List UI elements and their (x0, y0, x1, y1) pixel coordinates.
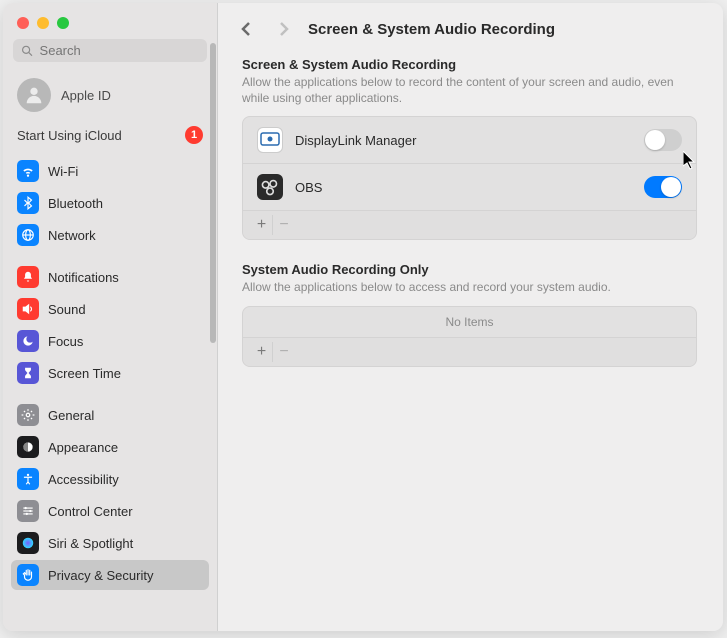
sidebar-nav: Wi-Fi Bluetooth Network Notifications Sound F… (3, 156, 217, 631)
empty-message: No Items (243, 307, 696, 337)
remove-app-button[interactable]: − (273, 215, 295, 235)
section-title: System Audio Recording Only (242, 262, 697, 277)
apple-id-label: Apple ID (61, 88, 111, 103)
icloud-badge: 1 (185, 126, 203, 144)
sliders-icon (17, 500, 39, 522)
hourglass-icon (17, 362, 39, 384)
network-icon (17, 224, 39, 246)
panel-footer: + − (243, 210, 696, 239)
panel-footer: + − (243, 337, 696, 366)
sidebar-item-label: Siri & Spotlight (48, 536, 133, 551)
app-row: OBS (243, 164, 696, 210)
sidebar-item-label: Focus (48, 334, 83, 349)
audio-recording-section: System Audio Recording Only Allow the ap… (242, 262, 697, 366)
appearance-icon (17, 436, 39, 458)
back-button[interactable] (232, 17, 260, 41)
toggle-knob (661, 177, 681, 197)
settings-window: Apple ID Start Using iCloud 1 Wi-Fi Bluet… (3, 3, 723, 631)
sidebar: Apple ID Start Using iCloud 1 Wi-Fi Bluet… (3, 3, 218, 631)
sidebar-item-network[interactable]: Network (11, 220, 209, 250)
sidebar-item-focus[interactable]: Focus (11, 326, 209, 356)
chevron-right-icon (279, 21, 289, 37)
sidebar-item-privacy-security[interactable]: Privacy & Security (11, 560, 209, 590)
forward-button[interactable] (270, 17, 298, 41)
person-icon (23, 84, 45, 106)
accessibility-icon (17, 468, 39, 490)
chevron-left-icon (241, 21, 251, 37)
search-field[interactable] (13, 39, 207, 62)
icloud-label: Start Using iCloud (17, 128, 122, 143)
sidebar-item-label: Notifications (48, 270, 119, 285)
sidebar-item-wi-fi[interactable]: Wi-Fi (11, 156, 209, 186)
header: Screen & System Audio Recording (218, 3, 723, 51)
minimize-window-button[interactable] (37, 17, 49, 29)
displaylink-app-icon (257, 127, 283, 153)
sidebar-item-notifications[interactable]: Notifications (11, 262, 209, 292)
screen-apps-panel: DisplayLink Manager OBS + − (242, 116, 697, 240)
maximize-window-button[interactable] (57, 17, 69, 29)
close-window-button[interactable] (17, 17, 29, 29)
wifi-icon (17, 160, 39, 182)
sidebar-item-general[interactable]: General (11, 400, 209, 430)
sidebar-item-label: Bluetooth (48, 196, 103, 211)
add-app-button[interactable]: + (251, 215, 273, 235)
obs-app-icon (257, 174, 283, 200)
siri-icon (17, 532, 39, 554)
section-title: Screen & System Audio Recording (242, 57, 697, 72)
hand-icon (17, 564, 39, 586)
page-title: Screen & System Audio Recording (308, 21, 555, 38)
main-area: Screen & System Audio Recording Screen &… (218, 3, 723, 631)
section-description: Allow the applications below to access a… (242, 279, 697, 295)
sidebar-item-label: Sound (48, 302, 86, 317)
search-icon (21, 44, 34, 58)
icloud-row[interactable]: Start Using iCloud 1 (3, 122, 217, 156)
sidebar-item-accessibility[interactable]: Accessibility (11, 464, 209, 494)
app-toggle[interactable] (644, 129, 682, 151)
bluetooth-icon (17, 192, 39, 214)
gear-icon (17, 404, 39, 426)
sidebar-item-label: Accessibility (48, 472, 119, 487)
scrollbar[interactable] (210, 43, 216, 343)
app-toggle[interactable] (644, 176, 682, 198)
sidebar-item-label: Control Center (48, 504, 133, 519)
add-app-button[interactable]: + (251, 342, 273, 362)
sidebar-item-screen-time[interactable]: Screen Time (11, 358, 209, 388)
sidebar-item-label: Screen Time (48, 366, 121, 381)
avatar (17, 78, 51, 112)
window-controls (3, 3, 217, 39)
bell-icon (17, 266, 39, 288)
search-input[interactable] (40, 43, 199, 58)
section-description: Allow the applications below to record t… (242, 74, 697, 106)
toggle-knob (645, 130, 665, 150)
remove-app-button[interactable]: − (273, 342, 295, 362)
sidebar-item-appearance[interactable]: Appearance (11, 432, 209, 462)
sound-icon (17, 298, 39, 320)
content: Screen & System Audio Recording Allow th… (218, 51, 723, 409)
sidebar-item-label: Privacy & Security (48, 568, 153, 583)
app-name-label: OBS (295, 180, 632, 195)
sidebar-item-label: Appearance (48, 440, 118, 455)
screen-recording-section: Screen & System Audio Recording Allow th… (242, 57, 697, 240)
sidebar-item-label: General (48, 408, 94, 423)
apple-id-row[interactable]: Apple ID (3, 72, 217, 122)
sidebar-item-control-center[interactable]: Control Center (11, 496, 209, 526)
sidebar-item-sound[interactable]: Sound (11, 294, 209, 324)
sidebar-item-label: Wi-Fi (48, 164, 78, 179)
sidebar-item-label: Network (48, 228, 96, 243)
sidebar-item-siri-spotlight[interactable]: Siri & Spotlight (11, 528, 209, 558)
moon-icon (17, 330, 39, 352)
app-name-label: DisplayLink Manager (295, 133, 632, 148)
app-row: DisplayLink Manager (243, 117, 696, 164)
audio-apps-panel: No Items + − (242, 306, 697, 367)
sidebar-item-bluetooth[interactable]: Bluetooth (11, 188, 209, 218)
